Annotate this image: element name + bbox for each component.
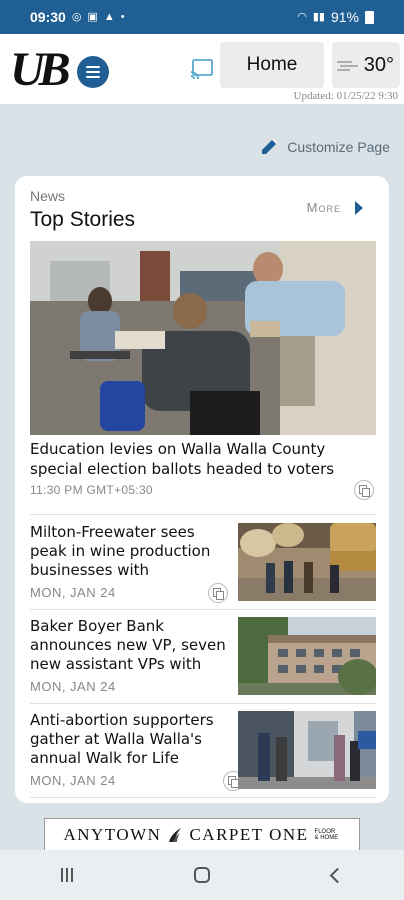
list-item[interactable]: Anti-abortion supporters gather at Walla… xyxy=(30,711,376,799)
customize-label: Customize Page xyxy=(287,139,390,155)
hero-headline[interactable]: Education levies on Walla Walla County s… xyxy=(30,439,360,479)
temperature: 30° xyxy=(363,53,394,76)
more-label: More xyxy=(306,200,341,215)
copy-icon[interactable] xyxy=(354,480,374,500)
recents-button[interactable] xyxy=(60,868,73,882)
hero-timestamp: 11:30 PM GMT+05:30 xyxy=(30,483,153,497)
ad-tag: FLOOR & HOME xyxy=(314,829,339,841)
section-title: Top Stories xyxy=(30,208,136,231)
sim-icon: ▣ xyxy=(87,10,98,23)
recents-icon-bar xyxy=(60,868,63,882)
recents-icon-bar xyxy=(65,868,68,882)
wifi-icon: ◠ xyxy=(297,10,307,23)
top-stories-card: News Top Stories More Education levies o… xyxy=(15,176,389,803)
story-headline[interactable]: Milton-Freewater sees peak in wine produ… xyxy=(30,523,226,580)
menu-icon-line xyxy=(86,66,100,68)
cast-icon[interactable] xyxy=(190,58,214,80)
signal-icon: ▮▮ xyxy=(312,10,325,23)
divider xyxy=(30,797,376,798)
story-thumbnail[interactable] xyxy=(238,617,376,695)
pencil-icon xyxy=(262,138,278,154)
menu-button[interactable] xyxy=(77,56,109,88)
ad-text-left: ANYTOWN xyxy=(63,825,162,844)
advertisement-banner[interactable]: ANYTOWN CARPET ONE FLOOR & HOME xyxy=(44,818,360,852)
status-time: 09:30 xyxy=(30,9,66,25)
story-date: MON, JAN 24 xyxy=(30,773,116,788)
divider xyxy=(30,703,376,704)
chevron-right-icon xyxy=(355,201,363,215)
list-item[interactable]: Milton-Freewater sees peak in wine produ… xyxy=(30,523,376,611)
story-headline[interactable]: Baker Boyer Bank announces new VP, seven… xyxy=(30,617,226,674)
whatsapp-icon: ◎ xyxy=(71,10,82,23)
carpet-one-logo-icon xyxy=(169,828,182,842)
back-button[interactable] xyxy=(329,867,346,883)
home-button[interactable]: Home xyxy=(220,42,324,88)
hero-image[interactable] xyxy=(30,241,376,435)
divider xyxy=(30,514,376,515)
weather-widget[interactable]: 30° xyxy=(332,42,400,88)
status-bar: 09:30 ◎ ▣ ▲ • ◠ ▮▮ 91% xyxy=(0,0,404,34)
alert-icon: ▲ xyxy=(103,10,115,23)
menu-icon-line xyxy=(86,76,100,78)
recents-icon-bar xyxy=(70,868,73,882)
menu-icon-line xyxy=(86,71,100,73)
home-nav-button[interactable] xyxy=(194,867,211,883)
list-item[interactable]: Baker Boyer Bank announces new VP, seven… xyxy=(30,617,376,705)
copy-icon[interactable] xyxy=(208,583,228,603)
wind-icon xyxy=(336,61,358,71)
more-link[interactable]: More xyxy=(307,200,363,215)
story-date: MON, JAN 24 xyxy=(30,585,116,600)
dot-icon: • xyxy=(120,10,125,23)
story-thumbnail[interactable] xyxy=(238,523,376,601)
updated-timestamp: Updated: 01/25/22 9:30 xyxy=(293,90,399,102)
app-header: UB Home 30° Updated: 01/25/22 9:30 xyxy=(0,34,404,104)
customize-page-button[interactable]: Customize Page xyxy=(259,137,390,157)
section-label: News xyxy=(30,188,66,204)
divider xyxy=(30,609,376,610)
battery-percent: 91% xyxy=(330,9,359,25)
system-nav-bar xyxy=(0,850,404,900)
story-date: MON, JAN 24 xyxy=(30,679,116,694)
story-thumbnail[interactable] xyxy=(238,711,376,789)
story-headline[interactable]: Anti-abortion supporters gather at Walla… xyxy=(30,711,226,768)
ad-text-right: CARPET ONE xyxy=(189,825,309,844)
logo[interactable]: UB xyxy=(10,46,71,94)
battery-icon xyxy=(365,10,374,24)
